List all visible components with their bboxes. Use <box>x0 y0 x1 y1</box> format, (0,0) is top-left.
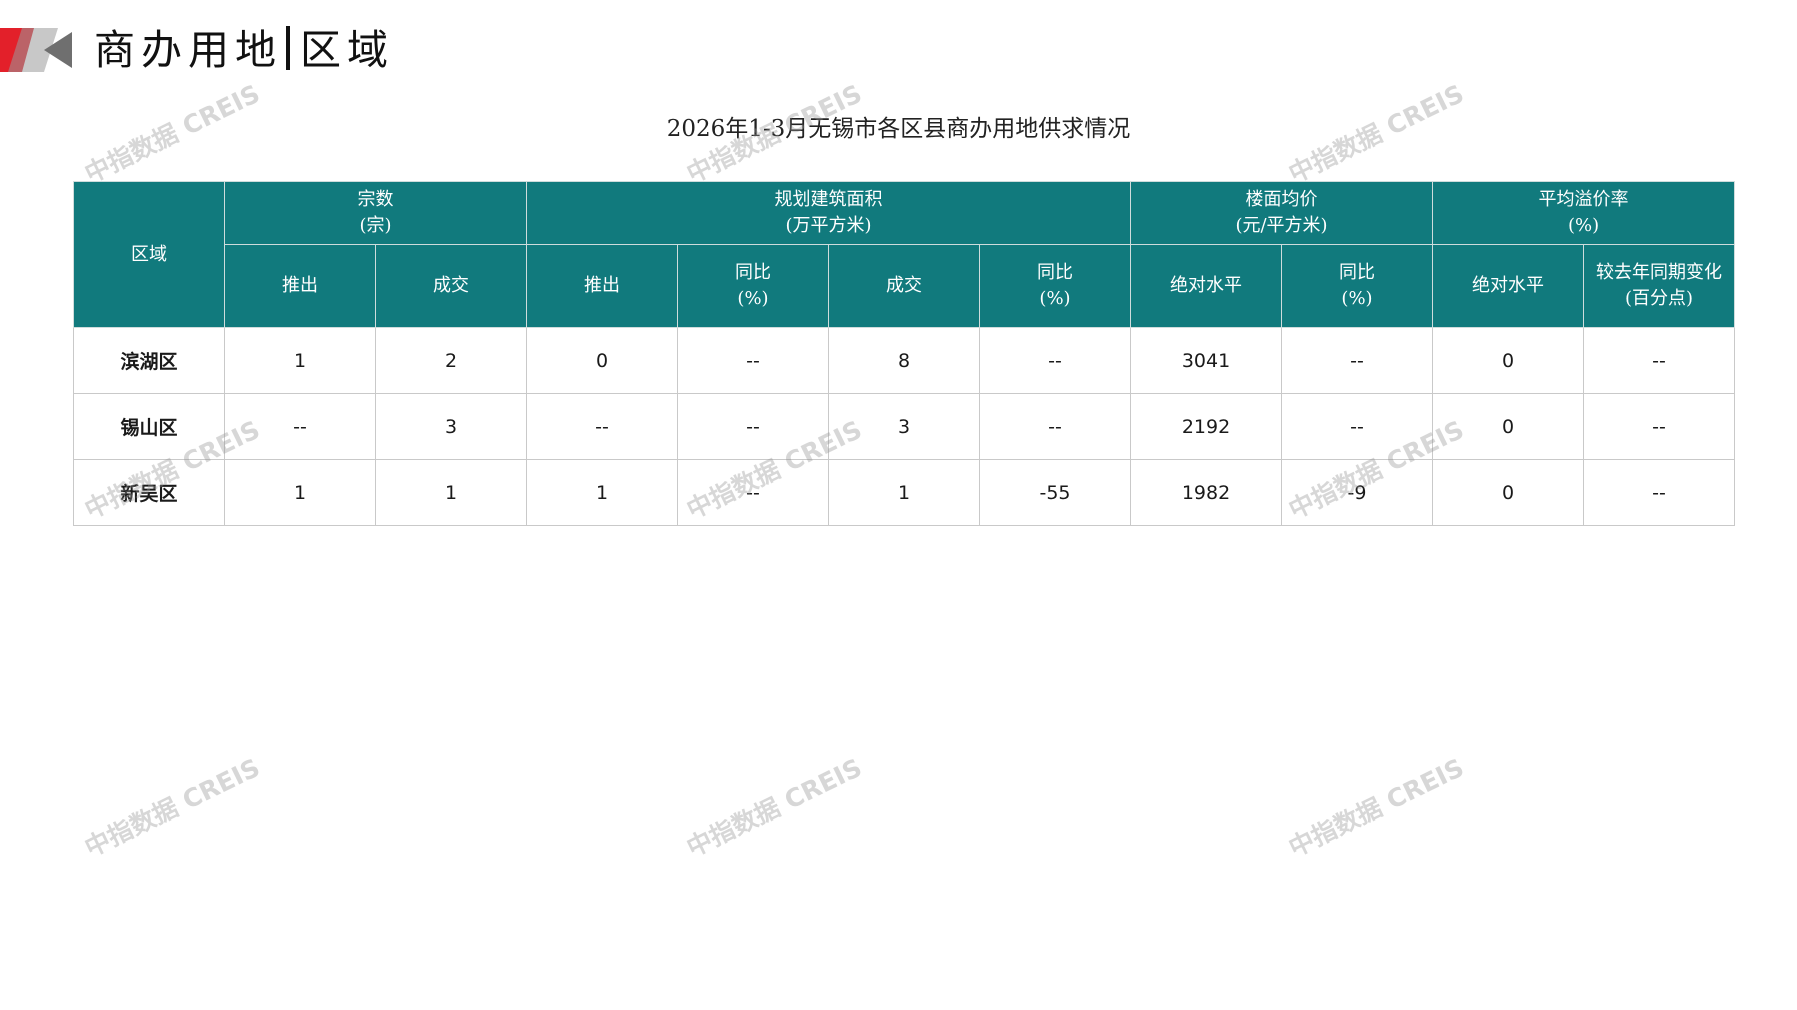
table-cell: 0 <box>1432 393 1585 460</box>
table-cell: -- <box>1583 327 1736 394</box>
header-count: 宗数 (宗) <box>224 181 527 245</box>
row-region: 新吴区 <box>73 459 225 526</box>
subheader-area-deal-yoy: 同比 (%) <box>979 244 1131 328</box>
table-row: 新吴区 1 1 1 -- 1 -55 1982 -9 0 -- <box>73 459 1736 526</box>
land-supply-table: 区域 宗数 (宗) 规划建筑面积 (万平方米) 楼面均价 (元/平方米) 平均溢… <box>73 181 1736 526</box>
table-cell: -- <box>224 393 376 460</box>
table-cell: 1 <box>526 459 678 526</box>
table-cell: -- <box>677 393 829 460</box>
table-cell: 8 <box>828 327 980 394</box>
table-cell: 0 <box>1432 459 1585 526</box>
table-cell: 2192 <box>1130 393 1282 460</box>
table-cell: -55 <box>979 459 1131 526</box>
table-cell: 1 <box>375 459 527 526</box>
table-cell: -- <box>677 327 829 394</box>
row-region: 锡山区 <box>73 393 225 460</box>
table-cell: -- <box>1280 393 1434 460</box>
subheader-count-launch: 推出 <box>224 244 376 328</box>
table-title: 2026年1-3月无锡市各区县商办用地供求情况 <box>666 116 1131 142</box>
subheader-area-launch-yoy: 同比 (%) <box>677 244 829 328</box>
table-cell: -- <box>979 393 1131 460</box>
title-divider <box>286 26 290 70</box>
creis-logo-icon <box>0 28 72 72</box>
subheader-area-launch: 推出 <box>526 244 678 328</box>
table-cell: 3 <box>375 393 527 460</box>
subheader-price-yoy: 同比 (%) <box>1280 244 1434 328</box>
watermark: 中指数据 CREIS <box>682 752 867 863</box>
table-cell: 1 <box>224 459 376 526</box>
page-title-left: 商办用地 <box>94 26 282 74</box>
page-title: 商办用地 区域 <box>94 22 394 78</box>
subheader-premium-level: 绝对水平 <box>1432 244 1585 328</box>
table-cell: -- <box>526 393 678 460</box>
table-cell: -9 <box>1280 459 1434 526</box>
table-cell: 1 <box>828 459 980 526</box>
table-cell: 0 <box>1432 327 1585 394</box>
watermark: 中指数据 CREIS <box>80 752 265 863</box>
table-cell: 1982 <box>1130 459 1282 526</box>
table-row: 滨湖区 1 2 0 -- 8 -- 3041 -- 0 -- <box>73 327 1736 394</box>
table-cell: 3 <box>828 393 980 460</box>
table-cell: 2 <box>375 327 527 394</box>
table-cell: -- <box>979 327 1131 394</box>
page-title-right: 区域 <box>300 26 394 74</box>
row-region: 滨湖区 <box>73 327 225 394</box>
table-cell: 0 <box>526 327 678 394</box>
subheader-price-level: 绝对水平 <box>1130 244 1282 328</box>
table-cell: -- <box>1280 327 1434 394</box>
table-row: 锡山区 -- 3 -- -- 3 -- 2192 -- 0 -- <box>73 393 1736 460</box>
table-cell: 1 <box>224 327 376 394</box>
watermark: 中指数据 CREIS <box>1284 752 1469 863</box>
table-cell: 3041 <box>1130 327 1282 394</box>
table-cell: -- <box>1583 459 1736 526</box>
header-price: 楼面均价 (元/平方米) <box>1129 181 1434 245</box>
header-region: 区域 <box>73 181 225 328</box>
header-area: 规划建筑面积 (万平方米) <box>526 181 1131 245</box>
subheader-area-deal: 成交 <box>828 244 980 328</box>
table-cell: -- <box>1583 393 1736 460</box>
header-premium: 平均溢价率 (%) <box>1432 181 1736 245</box>
table-cell: -- <box>677 459 829 526</box>
subheader-count-deal: 成交 <box>375 244 527 328</box>
subheader-premium-change: 较去年同期变化 (百分点) <box>1583 244 1736 328</box>
